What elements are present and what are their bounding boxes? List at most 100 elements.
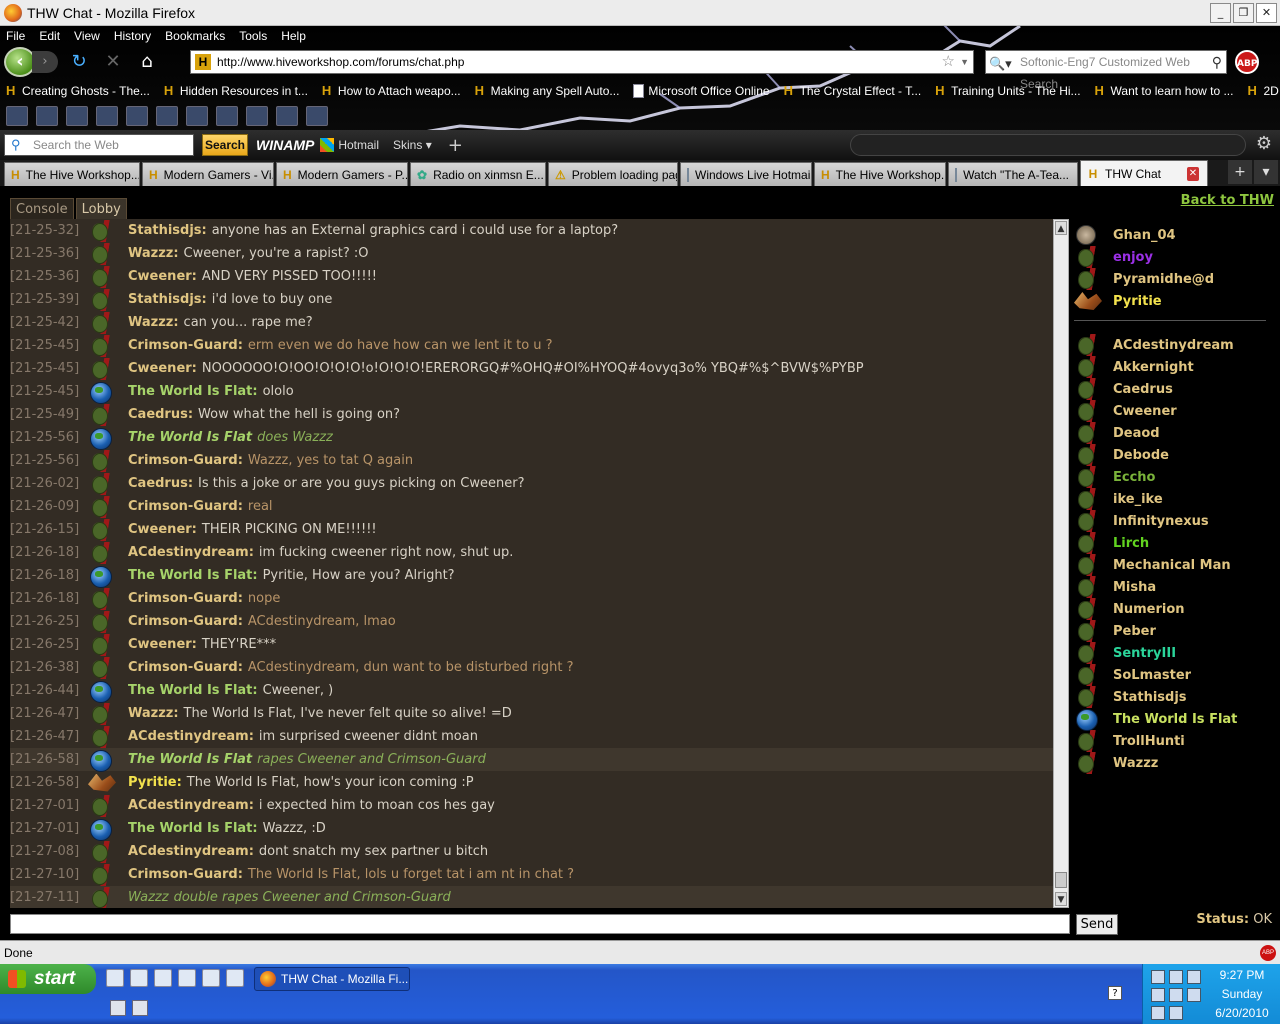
address-bar[interactable]: H http://www.hiveworkshop.com/forums/cha… xyxy=(190,50,974,74)
chat-tab-lobby[interactable]: Lobby xyxy=(75,198,127,220)
globe-avatar-icon[interactable] xyxy=(88,680,120,703)
chat-scrollbar[interactable]: ▲ ▼ xyxy=(1053,219,1069,908)
gear-icon[interactable]: ⚙ xyxy=(1256,133,1272,154)
mail-icon[interactable] xyxy=(186,106,208,126)
settings-icon[interactable] xyxy=(306,106,328,126)
tab-5[interactable]: ⚠ Problem loading page xyxy=(548,162,678,186)
user-list-item[interactable]: Wazzz xyxy=(1074,752,1274,774)
add-icon[interactable]: + xyxy=(448,135,463,156)
tool-tray-icon[interactable] xyxy=(1151,988,1165,1002)
orc-avatar-icon[interactable] xyxy=(88,219,120,242)
reload-icon[interactable]: ↻ xyxy=(66,50,92,74)
menu-view[interactable]: View xyxy=(74,29,100,43)
message-author[interactable]: Cweener: xyxy=(128,269,197,284)
skins-menu[interactable]: Skins ▾ xyxy=(393,138,432,152)
camera-icon[interactable] xyxy=(132,1000,148,1016)
user-list-item[interactable]: Eccho xyxy=(1074,466,1274,488)
message-author[interactable]: Caedrus: xyxy=(128,476,193,491)
adblock-status-icon[interactable]: ABP xyxy=(1260,945,1276,961)
message-author[interactable]: Cweener: xyxy=(128,522,197,537)
orc-avatar-icon[interactable] xyxy=(88,886,120,908)
message-author[interactable]: Crimson-Guard: xyxy=(128,591,243,606)
orc-avatar-icon[interactable] xyxy=(88,587,120,610)
back-to-thw-link[interactable]: Back to THW xyxy=(1181,193,1274,208)
user-list-item[interactable]: Stathisdjs xyxy=(1074,686,1274,708)
orc-avatar-icon[interactable] xyxy=(88,311,120,334)
bookmark-item[interactable]: H Creating Ghosts - The... xyxy=(6,84,150,99)
tab-3[interactable]: H Modern Gamers - P... xyxy=(276,162,408,186)
user-list-item[interactable]: Ghan_04 xyxy=(1074,224,1274,246)
bookmark-tool-icon[interactable] xyxy=(6,106,28,126)
help-icon[interactable]: ? xyxy=(1108,986,1122,1000)
firefox-quicklaunch-icon[interactable] xyxy=(202,969,220,987)
message-author[interactable]: Stathisdjs: xyxy=(128,292,207,307)
tab-6[interactable]: Windows Live Hotmail xyxy=(680,162,812,186)
forward-button[interactable]: › xyxy=(32,51,58,73)
message-author[interactable]: Wazzz xyxy=(128,890,169,905)
search-engine-icon[interactable]: 🔍▾ xyxy=(989,53,1012,75)
scroll-down-icon[interactable]: ▼ xyxy=(1055,892,1067,906)
user-list-item[interactable]: TrollHunti xyxy=(1074,730,1274,752)
message-author[interactable]: Crimson-Guard: xyxy=(128,499,243,514)
web-search-button[interactable]: Search xyxy=(202,134,248,156)
orc-avatar-icon[interactable] xyxy=(88,403,120,426)
user-list-item[interactable]: Pyritie xyxy=(1074,290,1274,312)
user-list-item[interactable]: Misha xyxy=(1074,576,1274,598)
message-author[interactable]: The World Is Flat: xyxy=(128,821,258,836)
user-list-item[interactable]: Pyramidhe@d xyxy=(1074,268,1274,290)
message-author[interactable]: Pyritie: xyxy=(128,775,182,790)
orc-avatar-icon[interactable] xyxy=(88,357,120,380)
nvidia-tray-icon[interactable] xyxy=(1187,988,1201,1002)
globe-avatar-icon[interactable] xyxy=(88,565,120,588)
menu-tools[interactable]: Tools xyxy=(239,29,267,43)
scroll-up-icon[interactable]: ▲ xyxy=(1055,221,1067,235)
user-list-item[interactable]: The World Is Flat xyxy=(1074,708,1274,731)
scroll-thumb[interactable] xyxy=(1055,872,1067,888)
stop-icon[interactable]: ✕ xyxy=(100,50,126,74)
history-clock-icon[interactable] xyxy=(36,106,58,126)
menu-history[interactable]: History xyxy=(114,29,151,43)
orc-avatar-icon[interactable] xyxy=(88,656,120,679)
user-list-item[interactable]: Akkernight xyxy=(1074,356,1274,378)
orc-avatar-icon[interactable] xyxy=(88,840,120,863)
refresh-app-icon[interactable] xyxy=(226,969,244,987)
bookmark-item[interactable]: Microsoft Office Online xyxy=(633,84,770,98)
message-author[interactable]: Cweener: xyxy=(128,361,197,376)
adblock-plus-button[interactable]: ABP xyxy=(1235,50,1259,74)
message-author[interactable]: ACdestinydream: xyxy=(128,798,254,813)
user-list-item[interactable]: Deaod xyxy=(1074,422,1274,444)
minimize-button[interactable]: _ xyxy=(1210,3,1231,23)
fullscreen-icon[interactable] xyxy=(156,106,178,126)
send-button[interactable]: Send xyxy=(1076,914,1118,935)
message-author[interactable]: ACdestinydream: xyxy=(128,729,254,744)
menu-help[interactable]: Help xyxy=(281,29,306,43)
orc-avatar-icon[interactable] xyxy=(88,449,120,472)
message-author[interactable]: Crimson-Guard: xyxy=(128,338,243,353)
user-list-item[interactable]: enjoy xyxy=(1074,246,1274,268)
message-author[interactable]: ACdestinydream: xyxy=(128,844,254,859)
tab-9[interactable]: H THW Chat ✕ xyxy=(1080,160,1208,186)
home-icon[interactable]: ⌂ xyxy=(134,50,160,74)
globe-avatar-icon[interactable] xyxy=(88,749,120,772)
download-icon[interactable] xyxy=(96,106,118,126)
message-author[interactable]: ACdestinydream: xyxy=(128,545,254,560)
message-author[interactable]: The World Is Flat xyxy=(128,430,252,445)
message-author[interactable]: Wazzz: xyxy=(128,315,179,330)
tab-2[interactable]: H Modern Gamers - Vi... xyxy=(142,162,274,186)
user-list-item[interactable]: Mechanical Man xyxy=(1074,554,1274,576)
media-player-controls[interactable] xyxy=(850,134,1246,156)
tab-1[interactable]: H The Hive Workshop... xyxy=(4,162,140,186)
bookmark-item[interactable]: H Training Units - The Hi... xyxy=(935,84,1080,99)
message-author[interactable]: Crimson-Guard: xyxy=(128,660,243,675)
menu-edit[interactable]: Edit xyxy=(39,29,60,43)
menu-bookmarks[interactable]: Bookmarks xyxy=(165,29,225,43)
winamp-logo[interactable]: WINAMP xyxy=(256,137,314,153)
message-author[interactable]: Wazzz: xyxy=(128,706,179,721)
user-list-item[interactable]: SoLmaster xyxy=(1074,664,1274,686)
sync-tray-icon[interactable] xyxy=(1151,1006,1165,1020)
orc-avatar-icon[interactable] xyxy=(88,288,120,311)
orc-avatar-icon[interactable] xyxy=(88,610,120,633)
message-author[interactable]: Cweener: xyxy=(128,637,197,652)
messenger-icon[interactable] xyxy=(154,969,172,987)
orc-avatar-icon[interactable] xyxy=(88,518,120,541)
